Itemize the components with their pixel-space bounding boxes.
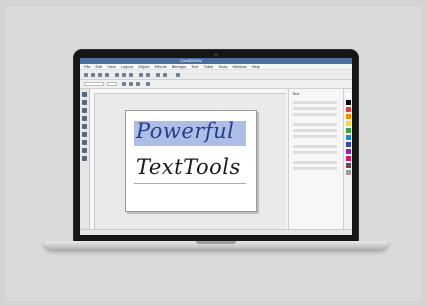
laptop-base [44,241,388,249]
bold-icon[interactable] [122,82,126,86]
document-page[interactable]: Powerful TextTools [125,110,257,212]
pick-tool-icon[interactable] [82,92,87,97]
color-swatch[interactable] [346,121,351,126]
baseline-guide [134,183,246,184]
color-swatch[interactable] [346,107,351,112]
shape-tool-icon[interactable] [82,100,87,105]
docker-row[interactable] [293,113,337,116]
menu-help[interactable]: Help [252,64,260,69]
menu-bitmaps[interactable]: Bitmaps [172,64,186,69]
docker-row[interactable] [293,161,337,164]
docker-row[interactable] [293,151,337,154]
text-tool-icon[interactable] [82,148,87,153]
cut-icon[interactable] [115,73,119,77]
color-swatch[interactable] [346,114,351,119]
zoom-tool-icon[interactable] [82,116,87,121]
standard-toolbar [80,71,352,80]
text-texttools[interactable]: TextTools [136,155,241,179]
font-size-field[interactable] [107,82,117,86]
export-icon[interactable] [163,73,167,77]
color-swatch[interactable] [346,135,351,140]
menu-table[interactable]: Table [204,64,214,69]
font-list-field[interactable] [84,82,104,86]
menu-edit[interactable]: Edit [95,64,102,69]
docker-row[interactable] [293,123,337,126]
freehand-tool-icon[interactable] [82,124,87,129]
status-bar [80,229,352,235]
menu-bar: File Edit View Layout Object Effects Bit… [80,64,352,70]
camera-icon [214,53,218,57]
crop-tool-icon[interactable] [82,108,87,113]
laptop-screen: CorelDRAW File Edit View Layout Object E… [80,58,352,235]
undo-icon[interactable] [139,73,143,77]
docker-row[interactable] [293,107,337,110]
color-swatch[interactable] [346,128,351,133]
ellipse-tool-icon[interactable] [82,140,87,145]
save-icon[interactable] [98,73,102,77]
color-palette [343,89,352,229]
vertical-ruler [90,93,95,229]
paste-icon[interactable] [129,73,133,77]
toolbox [80,89,90,229]
menu-window[interactable]: Window [232,64,246,69]
color-swatch[interactable] [346,156,351,161]
docker-row[interactable] [293,135,337,138]
menu-tools[interactable]: Tools [218,64,227,69]
horizontal-ruler [90,89,286,94]
underline-icon[interactable] [136,82,140,86]
redo-icon[interactable] [146,73,150,77]
docker-row[interactable] [293,129,337,132]
rectangle-tool-icon[interactable] [82,132,87,137]
color-swatch[interactable] [346,93,351,98]
menu-text[interactable]: Text [191,64,198,69]
italic-icon[interactable] [129,82,133,86]
docker-title: Text [292,91,300,96]
color-swatch[interactable] [346,163,351,168]
open-icon[interactable] [91,73,95,77]
docker-row[interactable] [293,167,337,170]
menu-view[interactable]: View [107,64,116,69]
menu-layout[interactable]: Layout [121,64,133,69]
menu-file[interactable]: File [84,64,90,69]
color-swatch[interactable] [346,142,351,147]
laptop-lid: CorelDRAW File Edit View Layout Object E… [74,50,358,242]
docker-row[interactable] [293,101,337,104]
docker-row[interactable] [293,145,337,148]
menu-effects[interactable]: Effects [155,64,167,69]
import-icon[interactable] [156,73,160,77]
align-icon[interactable] [146,82,150,86]
color-swatch[interactable] [346,100,351,105]
text-powerful[interactable]: Powerful [136,119,234,143]
fill-tool-icon[interactable] [82,156,87,161]
color-swatch[interactable] [346,149,351,154]
property-bar [80,80,352,89]
properties-docker: Text [288,89,343,229]
zoom-icon[interactable] [176,73,180,77]
color-swatch[interactable] [346,170,351,175]
new-document-icon[interactable] [84,73,88,77]
laptop-notch [196,241,236,244]
menu-object[interactable]: Object [138,64,150,69]
print-icon[interactable] [105,73,109,77]
copy-icon[interactable] [122,73,126,77]
